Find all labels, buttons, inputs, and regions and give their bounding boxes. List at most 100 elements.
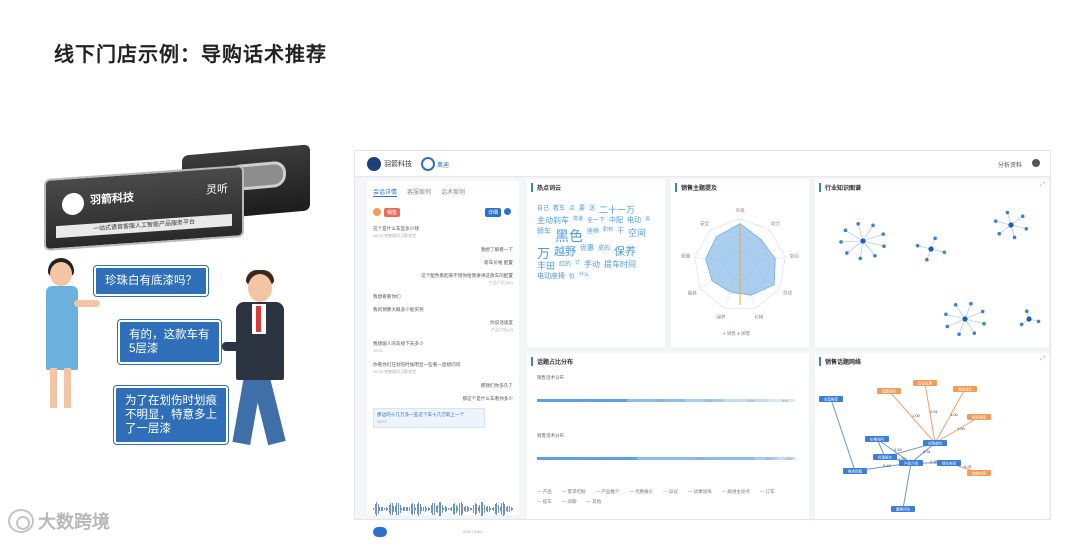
word-cloud-word[interactable]: 看车 <box>553 203 565 212</box>
network-node-label: 产品介绍 <box>904 461 918 466</box>
chat-message[interactable]: 我想看看你们 <box>373 293 485 300</box>
category-legend-item[interactable]: 跟进主动点 <box>722 489 750 495</box>
chat-message[interactable]: 我的预算大概多少能买到 <box>373 306 485 313</box>
category-legend-item[interactable]: 产品推介 <box>596 489 619 495</box>
audio-waveform[interactable] <box>373 501 513 517</box>
sales-network-graph[interactable]: 0.530.421.000.910.881.000.611.001.000.91… <box>815 353 1049 519</box>
hot-words-panel: 热点词云 自己 看车点要送二十一万 主动刹车 变速 全一下 中配 电动说轿车 黑色 座椅 职到干空… <box>527 179 665 347</box>
waveform-bar <box>438 502 440 516</box>
word-cloud-word[interactable]: 订 <box>575 259 580 266</box>
brand-logo-text: 羽箭科技 <box>384 161 412 168</box>
waveform-bar <box>512 507 513 511</box>
word-cloud-word[interactable]: 空间 <box>628 226 646 239</box>
category-legend-item[interactable]: 试乘试驾 <box>688 489 712 495</box>
graph-node <box>1036 319 1041 324</box>
word-cloud-word[interactable]: 说 <box>645 215 650 222</box>
graph-edge <box>846 240 864 254</box>
chat-message[interactable]: 这个配色看起来不错你给我讲讲这款车的配置 产品介绍 (60) <box>403 272 513 286</box>
sales-distribution-bar[interactable]: 28% 18% 12% 14% 8% <box>537 398 795 403</box>
chat-message[interactable]: 我想跟人的车接下去多少 09:21 <box>373 340 485 354</box>
device-slogan: 一站式语音客服人工智能产品服务平台 <box>56 213 232 239</box>
network-edge-value: 1.00 <box>957 426 966 431</box>
word-cloud-word[interactable]: 中配 <box>609 215 623 225</box>
distribution-value-label: 34% <box>586 456 595 461</box>
word-cloud-word[interactable]: 保养 <box>614 243 636 259</box>
tab-session-detail[interactable]: 会话详情 <box>373 187 398 197</box>
waveform-bar <box>496 503 497 515</box>
analysis-link[interactable]: 分析资料 <box>998 160 1022 169</box>
category-legend-item[interactable]: 产品 <box>537 489 552 495</box>
word-cloud-word[interactable]: 电动座椅 <box>537 271 565 281</box>
word-cloud-word[interactable]: 手动 <box>584 259 600 270</box>
tab-script-case[interactable]: 话术案例 <box>441 187 465 197</box>
settings-icon[interactable] <box>504 208 511 215</box>
chat-message[interactable]: 那边的十几万多一些这个车十几万就上一个 09:07 <box>373 408 485 428</box>
waveform-bar <box>416 503 418 515</box>
category-legend-item[interactable]: 订车 <box>760 489 775 495</box>
graph-node <box>993 219 998 224</box>
waveform-bar <box>421 506 422 512</box>
word-cloud-word[interactable]: 职到 <box>603 226 613 233</box>
chat-transcript-panel: 会话详情 客服案例 话术案例 销售 详细 这个是什么车型多少钱 08:03 销售顾… <box>367 181 519 537</box>
waveform-bar <box>418 502 419 516</box>
waveform-bar <box>446 506 447 512</box>
play-button[interactable] <box>373 527 387 537</box>
chat-message[interactable]: 我想了解看一下 <box>403 246 513 253</box>
word-cloud-word[interactable]: 什么 <box>579 271 589 278</box>
chat-message[interactable]: 那这个是什么车看你多少 <box>403 395 513 402</box>
waveform-bar <box>498 504 499 514</box>
waveform-bar <box>432 503 433 515</box>
graph-edge <box>862 233 884 242</box>
chat-message[interactable]: 你说话速度 产品介绍 (2) <box>403 319 513 333</box>
category-legend-item[interactable]: 其他 <box>587 499 601 505</box>
graph-node <box>1019 322 1024 327</box>
waveform-bar <box>448 507 449 511</box>
device-brand: 羽箭科技 <box>90 191 134 207</box>
word-cloud-word[interactable]: 轿车 <box>537 226 551 236</box>
word-cloud-word[interactable]: 全一下 <box>587 215 605 224</box>
graph-node <box>845 251 849 255</box>
category-legend-item[interactable]: 优惠报价 <box>629 489 653 495</box>
word-cloud-word[interactable]: 座椅 <box>587 226 599 235</box>
tab-service-case[interactable]: 客服案例 <box>407 187 431 197</box>
category-legend-item[interactable]: 异议 <box>663 489 678 495</box>
word-cloud-word[interactable]: 主动刹车 <box>537 215 569 226</box>
waveform-bar <box>471 507 472 511</box>
chat-message-text: 这个配色看起来不错你给我讲讲这款车的配置 <box>421 273 513 278</box>
word-cloud-word[interactable]: 变速 <box>573 215 583 222</box>
knowledge-graph[interactable] <box>815 179 1049 347</box>
waveform-bar <box>468 507 469 511</box>
waveform-bar <box>426 507 427 511</box>
word-cloud-word[interactable]: 越野 <box>554 243 576 259</box>
word-cloud-word[interactable]: 红的 <box>559 259 571 268</box>
waveform-bar <box>435 506 437 512</box>
word-cloud-word[interactable]: 干 <box>617 226 624 236</box>
word-cloud-word[interactable]: 价 <box>569 271 575 280</box>
waveform-bar <box>391 502 393 516</box>
chat-message[interactable]: 轿车价格 配置 <box>403 259 513 266</box>
panel-title-distribution: 话题占比分布 <box>531 357 573 366</box>
category-legend-item[interactable]: 提车 <box>537 499 552 505</box>
customer-distribution-bar[interactable]: 34% 40% 8% 6% <box>537 456 795 461</box>
chat-message-text: 那这个是什么车看你多少 <box>462 396 513 401</box>
chat-message[interactable]: 你看你们在划伤时候明显一些看一直想问问 09:15 销售顾问沉默发言 <box>373 361 485 375</box>
chat-message[interactable]: 那我们你多久了 <box>403 382 513 389</box>
detail-button[interactable]: 详细 <box>484 208 501 217</box>
word-cloud-word[interactable]: 提车时间 <box>604 259 636 270</box>
device-front-badge: 羽箭科技 灵听 一站式语音客服人工智能产品服务平台 <box>44 165 244 251</box>
category-legend-item[interactable]: 闲聊 <box>562 499 577 505</box>
word-cloud-word[interactable]: 皮的 <box>598 243 610 252</box>
distribution-value-label: 6% <box>786 456 792 461</box>
word-cloud-word[interactable]: 自己 <box>537 203 549 212</box>
waveform-bar <box>490 507 491 511</box>
radar-axis-label: 外观 <box>736 207 745 214</box>
user-icon[interactable] <box>1032 159 1040 167</box>
word-cloud-word[interactable]: 送 <box>589 203 595 212</box>
category-legend-item[interactable]: 需求挖掘 <box>562 489 586 495</box>
chat-message[interactable]: 这个是什么车型多少钱 08:03 销售顾问沉默发言 <box>373 225 485 239</box>
word-cloud-word[interactable]: 优惠 <box>580 243 594 253</box>
word-cloud-word[interactable]: 要 <box>579 203 585 212</box>
word-cloud-word[interactable]: 电动 <box>627 215 641 225</box>
waveform-bar <box>465 506 466 512</box>
word-cloud-word[interactable]: 点 <box>569 203 575 212</box>
